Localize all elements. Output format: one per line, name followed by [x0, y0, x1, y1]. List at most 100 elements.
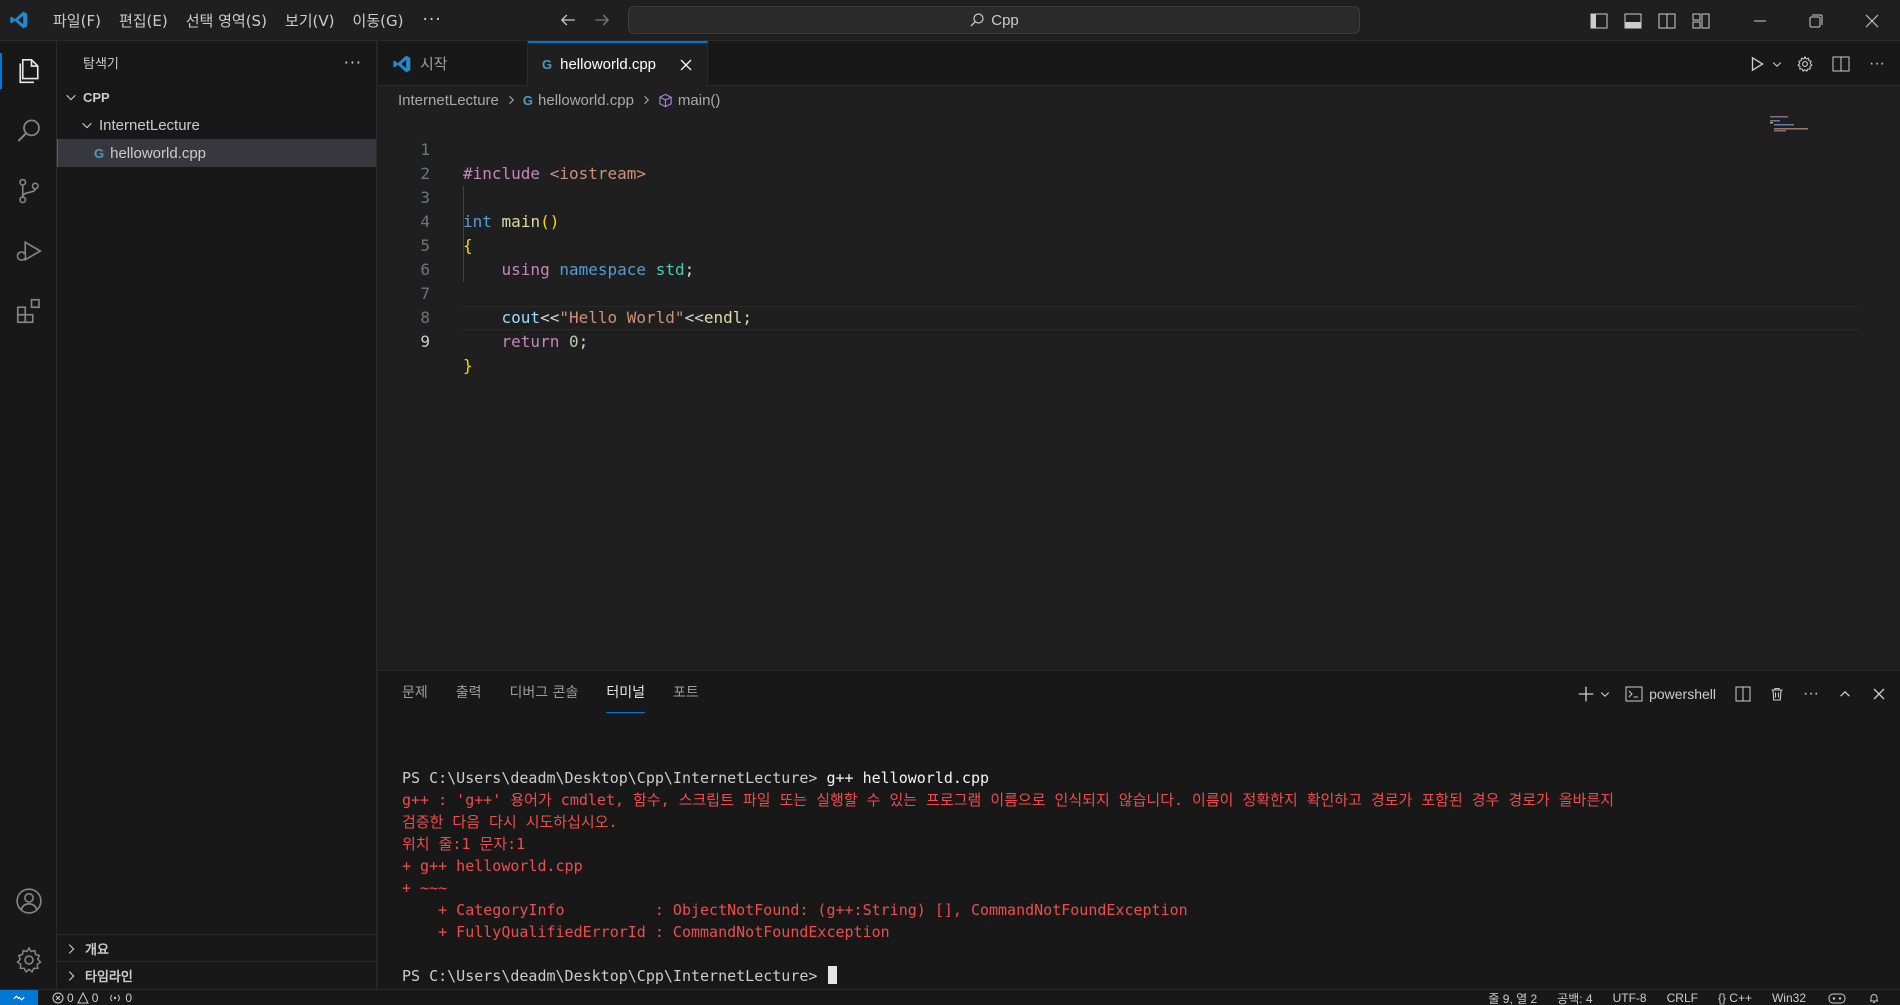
minimize-icon[interactable]: [1732, 0, 1788, 41]
tab-output[interactable]: 출력: [456, 683, 482, 713]
search-view-icon[interactable]: [0, 105, 57, 157]
code-line: 3 int main(): [378, 162, 1778, 231]
toggle-panel-icon[interactable]: [1616, 0, 1650, 41]
tab-helloworld-label: helloworld.cpp: [560, 56, 657, 73]
title-bar: 파일(F) 편집(E) 선택 영역(S) 보기(V) 이동(G) ··· Cpp: [0, 0, 1900, 41]
remote-indicator-icon[interactable]: [0, 990, 38, 1005]
menu-selection[interactable]: 선택 영역(S): [177, 6, 276, 35]
code-line: 6: [378, 234, 1778, 279]
tree-root-cpp[interactable]: CPP: [57, 83, 376, 111]
toggle-primary-sidebar-icon[interactable]: [1582, 0, 1616, 41]
toggle-secondary-sidebar-icon[interactable]: [1650, 0, 1684, 41]
code-line: 5 using namespace std;: [378, 210, 1778, 279]
customize-layout-icon[interactable]: [1684, 0, 1718, 41]
code-editor[interactable]: 1 #include <iostream> 2 3 int main() 4 {…: [378, 114, 1900, 670]
vscode-logo-icon: [392, 54, 412, 74]
explorer-header: 탐색기 ···: [57, 41, 376, 83]
broadcast-icon: [110, 994, 121, 1001]
timeline-section[interactable]: 타임라인: [57, 961, 376, 989]
breadcrumb-folder[interactable]: InternetLecture: [398, 92, 499, 109]
tab-debug-console[interactable]: 디버그 콘솔: [510, 683, 579, 713]
tab-terminal[interactable]: 터미널: [606, 683, 646, 713]
menu-file[interactable]: 파일(F): [44, 6, 110, 35]
tree-folder-label: InternetLecture: [99, 116, 200, 134]
terminal-output[interactable]: PS C:\Users\deadm\Desktop\Cpp\InternetLe…: [402, 767, 1882, 987]
end-of-line[interactable]: CRLF: [1667, 991, 1698, 1005]
tab-welcome-label: 시작: [420, 56, 448, 73]
line-number: 9: [420, 332, 430, 351]
accounts-icon[interactable]: [0, 875, 57, 927]
back-arrow-icon[interactable]: [556, 8, 580, 32]
menu-view[interactable]: 보기(V): [276, 6, 344, 35]
terminal-prompt-line: PS C:\Users\deadm\Desktop\Cpp\InternetLe…: [402, 965, 1882, 987]
chevron-down-icon: [63, 89, 79, 105]
status-right: 줄 9, 열 2 공백: 4 UTF-8 CRLF {} C++ Win32: [1488, 990, 1900, 1005]
tab-problems[interactable]: 문제: [402, 683, 428, 713]
problems-status[interactable]: 0 0: [52, 991, 98, 1005]
cpp-file-icon: G: [522, 92, 534, 108]
explorer-icon[interactable]: [0, 45, 57, 97]
restore-icon[interactable]: [1788, 0, 1844, 41]
language-mode[interactable]: {} C++: [1718, 991, 1752, 1005]
close-icon[interactable]: [679, 58, 693, 72]
tree-file-helloworld[interactable]: G helloworld.cpp: [57, 139, 376, 167]
menu-edit[interactable]: 편집(E): [110, 6, 177, 35]
kill-terminal-trash-icon[interactable]: [1762, 681, 1792, 707]
minimap[interactable]: [1768, 114, 1828, 154]
tab-welcome[interactable]: 시작: [378, 41, 528, 86]
command-center-search[interactable]: Cpp: [628, 6, 1360, 34]
tree-folder-internetlecture[interactable]: InternetLecture: [57, 111, 376, 139]
split-editor-icon[interactable]: [1826, 49, 1856, 79]
warning-icon: [76, 991, 89, 1003]
copilot-icon[interactable]: [1826, 992, 1848, 1004]
settings-gear-icon[interactable]: [1790, 49, 1820, 79]
chevron-down-icon[interactable]: [1770, 49, 1784, 79]
more-actions-icon[interactable]: ···: [1796, 681, 1826, 707]
cursor-position[interactable]: 줄 9, 열 2: [1488, 990, 1537, 1005]
maximize-panel-chevron-up-icon[interactable]: [1830, 681, 1860, 707]
code-line: 1 #include <iostream>: [378, 114, 1778, 183]
run-debug-icon[interactable]: [0, 225, 57, 277]
ports-status[interactable]: 0: [108, 991, 132, 1005]
tree-file-label: helloworld.cpp: [110, 144, 207, 162]
terminal-icon: [1625, 686, 1643, 702]
outline-section[interactable]: 개요: [57, 934, 376, 962]
menu-go[interactable]: 이동(G): [344, 6, 413, 35]
outline-label: 개요: [85, 943, 109, 958]
extensions-icon[interactable]: [0, 285, 57, 337]
split-terminal-icon[interactable]: [1728, 681, 1758, 707]
explorer-more-button[interactable]: ···: [344, 53, 362, 72]
encoding[interactable]: UTF-8: [1613, 991, 1647, 1005]
terminal-error-line: 위치 줄:1 문자:1: [402, 835, 526, 853]
terminal-shell-selector[interactable]: powershell: [1617, 686, 1724, 702]
panel-actions: powershell ···: [1571, 681, 1894, 707]
command-center-text: Cpp: [991, 11, 1019, 29]
activity-bar: [0, 41, 57, 989]
breadcrumb-file[interactable]: helloworld.cpp: [538, 92, 634, 109]
editor-tabs: 시작 G helloworld.cpp ···: [378, 41, 1900, 86]
explorer-sidebar: 탐색기 ··· CPP InternetLecture G helloworld…: [57, 41, 377, 989]
indentation[interactable]: 공백: 4: [1557, 990, 1592, 1005]
menu-more-button[interactable]: ···: [412, 10, 451, 30]
source-control-icon[interactable]: [0, 165, 57, 217]
close-panel-icon[interactable]: [1864, 681, 1894, 707]
notifications-bell-icon[interactable]: [1868, 992, 1880, 1004]
run-file-icon[interactable]: [1742, 49, 1772, 79]
tab-helloworld[interactable]: G helloworld.cpp: [528, 41, 708, 86]
settings-gear-icon[interactable]: [0, 934, 57, 986]
chevron-right-icon: [63, 941, 79, 957]
breadcrumb-symbol[interactable]: main(): [678, 92, 721, 109]
panel-tabs: 문제 출력 디버그 콘솔 터미널 포트: [402, 683, 699, 713]
close-window-icon[interactable]: [1844, 0, 1900, 41]
tree-root-label: CPP: [83, 89, 110, 105]
code-line: 8 return 0;: [378, 282, 1778, 351]
more-actions-icon[interactable]: ···: [1862, 49, 1892, 79]
warning-count: 0: [91, 990, 99, 1005]
chevron-down-icon[interactable]: [1597, 681, 1613, 707]
forward-arrow-icon[interactable]: [590, 8, 614, 32]
platform-config[interactable]: Win32: [1772, 991, 1806, 1005]
terminal-error-line: + ~~~: [402, 879, 448, 897]
cpp-file-icon: G: [94, 145, 105, 161]
tab-ports[interactable]: 포트: [673, 683, 699, 713]
menu-bar: 파일(F) 편집(E) 선택 영역(S) 보기(V) 이동(G) ···: [44, 6, 452, 35]
